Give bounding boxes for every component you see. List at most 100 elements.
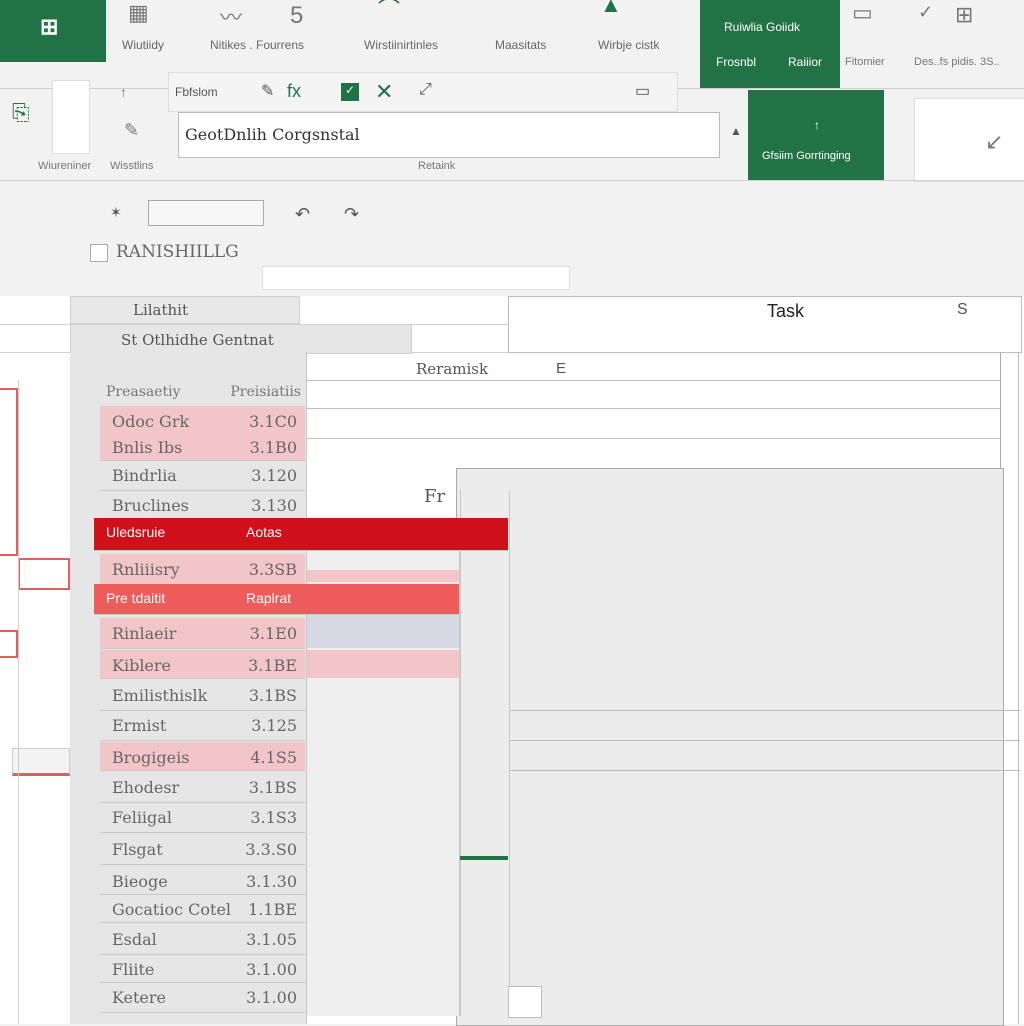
lock-icon[interactable]: ▲	[730, 124, 742, 138]
list-item[interactable]: Ketere 3.1.00	[100, 982, 305, 1013]
list-item[interactable]: Pre tdaitit Raplrat	[94, 584, 459, 615]
format-button-label: Gfsiim Gorrtinging	[762, 150, 851, 162]
list-item-name: Bnlis Ibs	[112, 438, 183, 457]
zoom-icon[interactable]: ⤢	[419, 81, 432, 99]
sheet-checkbox[interactable]	[90, 244, 108, 262]
list-item[interactable]: Esdal 3.1.05	[100, 924, 305, 955]
scroll-box[interactable]	[508, 986, 542, 1018]
list-item-value: 1.1BE	[248, 900, 297, 919]
number-label: 5	[290, 2, 304, 29]
list-item[interactable]: Fliite 3.1.00	[100, 954, 305, 983]
list-item-value: 4.1S5	[250, 748, 297, 767]
green-marker	[460, 856, 508, 860]
list-item[interactable]: Kiblere 3.1BE	[100, 650, 305, 679]
list-header-row: Preasaetiy Preisiatiis	[100, 380, 305, 407]
table-icon[interactable]: ▦	[128, 0, 149, 26]
tool-icon[interactable]: ✎	[124, 120, 139, 141]
mid-cell-pink	[305, 570, 459, 582]
list-item-name: Ehodesr	[112, 778, 180, 797]
name-box[interactable]: Fbfslom	[175, 85, 218, 99]
list-item-name: Uledsruie	[106, 524, 166, 540]
list-item-name: Rinlaeir	[112, 624, 177, 643]
list-item[interactable]: Rinlaeir 3.1E0	[100, 618, 305, 649]
list-item-value: 3.1B0	[249, 438, 297, 457]
panel-line1: Ruiwlia Goiidk	[724, 20, 801, 34]
structure-icon[interactable]: ⊞	[955, 2, 973, 28]
fr-label: Fr	[424, 486, 446, 507]
list-item[interactable]: Rnliiisry 3.3SB	[100, 554, 305, 585]
task-subrow	[508, 324, 1022, 353]
list-item[interactable]: Bruclines 3.130	[100, 490, 305, 519]
ribbon-tab-4[interactable]: Maasitats	[495, 38, 546, 52]
redo-icon[interactable]: ↷	[344, 204, 359, 225]
list-item-value: 3.120	[251, 466, 297, 485]
panel-line2b: Raiiior	[788, 55, 823, 69]
list-item-value: Aotas	[246, 524, 282, 540]
list-item[interactable]: Ehodesr 3.1BS	[100, 772, 305, 803]
narrow-column	[460, 490, 510, 1016]
list-item-name: Gocatioc Cotel	[112, 900, 232, 919]
task-inner-panel	[456, 468, 1004, 1026]
chart-icon[interactable]: 〰	[220, 0, 242, 32]
list-item[interactable]: Bnlis Ibs 3.1B0	[100, 432, 305, 461]
task-inner-line	[508, 770, 1020, 771]
list-item-value: 3.1.00	[246, 960, 297, 979]
list-item-value: 3.125	[251, 716, 297, 735]
format-button[interactable]: ↑ Gfsiim Gorrtinging	[748, 90, 884, 180]
grid-col-line	[18, 380, 19, 1024]
formula-input[interactable]: GeotDnlih Corgsnstal	[178, 112, 720, 158]
task-col-s: S	[957, 301, 968, 318]
clipboard-icon[interactable]: ⎘	[12, 100, 30, 126]
cancel-icon[interactable]: ✕	[375, 79, 393, 105]
list-item-name: Brogigeis	[112, 748, 190, 767]
list-item-name: Ketere	[112, 988, 167, 1007]
edit-icon[interactable]: ✎	[261, 81, 274, 101]
list-item-name: Pre tdaitit	[106, 590, 166, 606]
font-icon[interactable]: ⌒	[378, 0, 400, 24]
right-label-bottom: Des..fs pidis. 3S..	[914, 56, 1000, 68]
paint-icon[interactable]: ▲	[600, 0, 622, 18]
list-item[interactable]: Feliigal 3.1S3	[100, 802, 305, 833]
search-strip[interactable]	[148, 200, 264, 226]
list-item[interactable]: Ermist 3.125	[100, 710, 305, 741]
filter-icon[interactable]: ✶	[110, 204, 122, 221]
list-item-value: 3.1E0	[249, 624, 297, 643]
list-item[interactable]: Emilisthislk 3.1BS	[100, 680, 305, 711]
task-row-line	[300, 380, 1000, 381]
list-item[interactable]: Gocatioc Cotel 1.1BE	[100, 894, 305, 923]
cell-handle[interactable]	[12, 748, 70, 776]
list-item-value: 3.1BE	[248, 656, 297, 675]
red-frame-left	[0, 388, 18, 556]
preview-thumbnail	[52, 80, 90, 154]
ribbon-tab-2[interactable]: Nitikes . Fourrens	[210, 38, 304, 52]
list-item[interactable]: Brogigeis 4.1S5	[100, 742, 305, 771]
function-icon[interactable]: fx	[287, 81, 301, 102]
list-item[interactable]: Flsgat 3.3.S0	[100, 834, 305, 865]
undo-icon[interactable]: ↶	[295, 204, 310, 225]
ribbon-tab-5[interactable]: Wirbje cistk	[598, 38, 659, 52]
panel-line2a: Frosnbl	[716, 55, 757, 69]
red-frame-left-2	[18, 558, 70, 590]
ribbon-tab-1[interactable]: Wiutiidy	[122, 38, 164, 52]
green-action-panel[interactable]: Ruiwlia Goiidk Frosnbl Raiiior	[700, 0, 840, 88]
format-button-arrow: ↑	[814, 118, 820, 132]
list-item-value: 3.3SB	[248, 560, 297, 579]
list-item[interactable]: Bieoge 3.1.30	[100, 866, 305, 895]
expand-icon[interactable]: ▭	[635, 81, 650, 101]
list-item-name: Ermist	[112, 716, 167, 735]
list-item-name: Feliigal	[112, 808, 172, 827]
list-item[interactable]: Odoc Grk 3.1C0	[100, 406, 305, 433]
list-item[interactable]: Bindrlia 3.120	[100, 460, 305, 491]
diagram-icon[interactable]: ✓	[918, 2, 933, 23]
ribbon-tab-3[interactable]: Wirstiinirtinles	[364, 38, 438, 52]
accept-icon[interactable]: ✓	[341, 83, 359, 101]
list-item[interactable]: Uledsruie Aotas	[94, 518, 508, 551]
preview-panel: ↙	[914, 98, 1024, 182]
file-tab-block[interactable]: ⊞	[0, 0, 106, 62]
list-item-name: Flsgat	[112, 840, 163, 859]
pin-icon[interactable]: ↑	[120, 84, 127, 100]
group-label-left1: Wiureniner	[38, 160, 92, 172]
list-item-name: Odoc Grk	[112, 412, 190, 431]
list-item-name: Bieoge	[112, 872, 168, 891]
layout-icon[interactable]: ▭	[852, 0, 873, 26]
